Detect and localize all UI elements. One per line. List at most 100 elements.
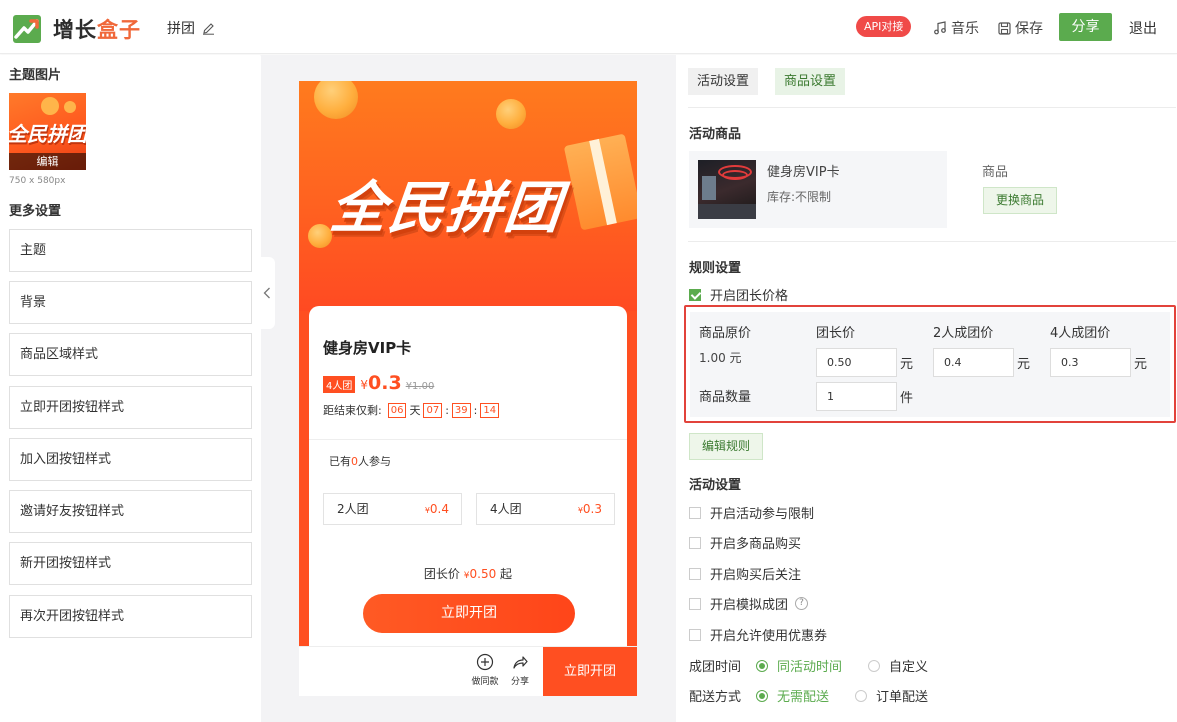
product-card: 健身房VIP卡 4人团 ¥ 0.3 ¥1.00 距结束仅剩: 06 天 07: … — [309, 306, 627, 696]
group-option-price: ¥0.4 — [424, 502, 449, 516]
countdown-day-unit: 天 — [409, 404, 421, 417]
menu-item-background[interactable]: 背景 — [9, 281, 252, 324]
banner-title: 全民拼团 — [327, 176, 566, 241]
share-button[interactable]: 分享 — [1059, 13, 1112, 41]
coin-decoration — [496, 99, 526, 129]
api-integration-badge[interactable]: API对接 — [856, 16, 912, 37]
multi-goods-purchase-toggle[interactable]: 开启多商品购买 — [689, 533, 801, 552]
price-4-person-input[interactable]: 0.3 — [1050, 348, 1131, 377]
thumbnail-edit-button[interactable]: 编辑 — [9, 153, 86, 170]
image-size-note: 750 x 580px — [9, 176, 66, 186]
menu-item-open-group-button-style[interactable]: 立即开团按钮样式 — [9, 386, 252, 429]
group-option-4[interactable]: 4人团 ¥0.3 — [476, 493, 615, 525]
music-button[interactable]: 音乐 — [933, 18, 979, 38]
top-bar: 增长盒子 拼团 API对接 音乐 保存 分享 退出 — [0, 0, 1177, 54]
menu-item-join-group-button-style[interactable]: 加入团按钮样式 — [9, 438, 252, 481]
collapse-panel-toggle[interactable] — [258, 257, 275, 329]
menu-item-product-area-style[interactable]: 商品区域样式 — [9, 333, 252, 376]
countdown-minutes: 39 — [451, 402, 471, 418]
thumbnail-title: 全民拼团 — [9, 122, 86, 146]
tab-activity-settings[interactable]: 活动设置 — [688, 68, 759, 95]
theme-image-thumbnail[interactable]: 全民拼团 编辑 — [9, 93, 86, 170]
product-name: 健身房VIP卡 — [323, 339, 412, 357]
save-disk-icon — [998, 21, 1011, 35]
divider — [309, 439, 627, 440]
chevron-left-icon — [263, 287, 270, 299]
original-price: ¥1.00 — [405, 381, 435, 392]
countdown-label: 距结束仅剩: — [323, 404, 382, 417]
radio-selected[interactable] — [756, 659, 769, 672]
radio-selected[interactable] — [756, 689, 769, 702]
radio[interactable] — [868, 659, 881, 672]
unit-yuan: 元 — [900, 357, 914, 372]
menu-item-theme[interactable]: 主题 — [9, 229, 252, 272]
make-same-button[interactable]: 做同款 — [467, 653, 503, 687]
change-goods-button[interactable]: 更换商品 — [983, 187, 1058, 214]
leader-price-input[interactable]: 0.50 — [816, 348, 897, 377]
divider — [688, 107, 1176, 108]
checkbox[interactable] — [689, 628, 701, 641]
unit-piece: 件 — [900, 391, 914, 406]
menu-item-reopen-group-button-style[interactable]: 再次开团按钮样式 — [9, 595, 252, 638]
radio[interactable] — [855, 689, 868, 702]
group-option-price: ¥0.3 — [577, 502, 602, 516]
right-settings-panel: 活动设置 商品设置 活动商品 健身房VIP卡 库存:不限制 商品 更换商品 规则… — [676, 55, 1177, 722]
follow-after-purchase-toggle[interactable]: 开启购买后关注 — [689, 564, 801, 583]
group-option-label: 2人团 — [337, 502, 369, 516]
edit-pen-icon[interactable] — [202, 22, 215, 35]
checkbox[interactable] — [689, 567, 701, 580]
product-image — [698, 160, 756, 219]
group-option-2[interactable]: 2人团 ¥0.4 — [323, 493, 462, 525]
checkbox[interactable] — [689, 506, 701, 519]
header-2-person-price: 2人成团价 — [933, 326, 994, 341]
share-arrow-icon — [513, 656, 528, 669]
menu-item-invite-friends-button-style[interactable]: 邀请好友按钮样式 — [9, 490, 252, 533]
header-leader-price: 团长价 — [816, 326, 856, 341]
tab-product-settings[interactable]: 商品设置 — [775, 68, 846, 95]
gift-box-decoration — [563, 133, 637, 231]
edit-rule-button[interactable]: 编辑规则 — [689, 433, 764, 460]
delivery-none[interactable]: 无需配送 — [756, 686, 829, 705]
countdown: 距结束仅剩: 06 天 07: 39: 14 — [323, 402, 502, 418]
unit-yuan: 元 — [1134, 357, 1148, 372]
quantity-input[interactable]: 1 — [816, 382, 897, 411]
bottom-open-group-button[interactable]: 立即开团 — [543, 647, 637, 696]
share-preview-label: 分享 — [510, 677, 529, 687]
simulated-group-toggle[interactable]: 开启模拟成团? — [689, 594, 809, 613]
participation-limit-toggle[interactable]: 开启活动参与限制 — [689, 503, 814, 522]
product-name: 健身房VIP卡 — [767, 165, 840, 180]
brand-logo[interactable]: 增长盒子 — [13, 14, 141, 44]
left-settings-panel: 主题图片 全民拼团 编辑 750 x 580px 更多设置 主题 背景 商品区域… — [0, 55, 260, 722]
countdown-seconds: 14 — [480, 402, 500, 418]
price-2-person-input[interactable]: 0.4 — [933, 348, 1014, 377]
more-settings-title: 更多设置 — [9, 204, 62, 219]
music-label: 音乐 — [951, 21, 979, 37]
help-question-icon[interactable]: ? — [795, 597, 809, 610]
preview-canvas: 全民拼团 健身房VIP卡 4人团 ¥ 0.3 ¥1.00 距结束仅剩: 06 天… — [261, 55, 676, 722]
brand-name: 增长盒子 — [53, 18, 141, 42]
growth-logo-icon — [13, 15, 41, 43]
product-stock: 库存:不限制 — [767, 190, 832, 204]
group-time-setting: 成团时间 同活动时间 自定义 — [689, 656, 928, 675]
open-group-button[interactable]: 立即开团 — [363, 594, 575, 633]
allow-coupon-toggle[interactable]: 开启允许使用优惠券 — [689, 625, 827, 644]
checkbox[interactable] — [689, 536, 701, 549]
leader-price-toggle[interactable]: 开启团长价格 — [689, 285, 788, 304]
rule-settings-title: 规则设置 — [689, 261, 742, 276]
header-original-price: 商品原价 — [699, 326, 752, 341]
mobile-preview: 全民拼团 健身房VIP卡 4人团 ¥ 0.3 ¥1.00 距结束仅剩: 06 天… — [299, 81, 637, 696]
delivery-order[interactable]: 订单配送 — [855, 686, 928, 705]
banner: 全民拼团 — [299, 81, 637, 311]
checkbox-checked[interactable] — [689, 288, 701, 301]
share-preview-button[interactable]: 分享 — [502, 653, 538, 687]
checkbox[interactable] — [689, 597, 701, 610]
group-time-same-as-activity[interactable]: 同活动时间 — [756, 656, 842, 675]
save-button[interactable]: 保存 — [998, 18, 1043, 38]
exit-button[interactable]: 退出 — [1129, 18, 1157, 38]
menu-item-new-group-button-style[interactable]: 新开团按钮样式 — [9, 542, 252, 585]
group-time-custom[interactable]: 自定义 — [868, 656, 928, 675]
price-rule-table: 商品原价 团长价 2人成团价 4人成团价 1.00 元 0.50 元 0.4 元… — [684, 305, 1176, 423]
currency-symbol: ¥ — [360, 378, 369, 392]
plus-circle-icon — [476, 653, 494, 671]
price-row: 4人团 ¥ 0.3 ¥1.00 — [323, 372, 434, 394]
